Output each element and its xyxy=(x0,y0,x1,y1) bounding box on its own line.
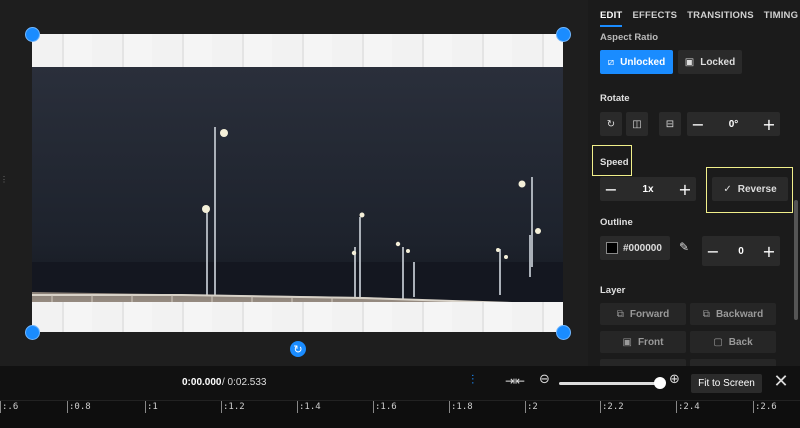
resize-handle-top-right[interactable] xyxy=(556,27,571,42)
panel-tabs: EDIT EFFECTS TRANSITIONS TIMING xyxy=(588,0,800,32)
panel-scrollbar[interactable] xyxy=(794,200,798,320)
flip-vertical-button[interactable]: ⊟ xyxy=(659,112,681,136)
unlocked-aspect-icon: ⧄ xyxy=(607,56,615,68)
zoom-slider-thumb[interactable] xyxy=(654,377,666,389)
speed-increment-button[interactable]: + xyxy=(674,178,696,200)
tab-transitions[interactable]: TRANSITIONS xyxy=(687,6,754,27)
reverse-label: Reverse xyxy=(737,183,777,195)
snap-icon[interactable]: ⇥⇤ xyxy=(505,374,525,388)
letterbox-top xyxy=(32,34,563,67)
resize-handle-bottom-right[interactable] xyxy=(556,325,571,340)
letterbox-bottom xyxy=(32,302,563,332)
backward-icon: ⧉ xyxy=(702,308,710,320)
backward-label: Backward xyxy=(715,308,764,320)
unlocked-button[interactable]: ⧄ Unlocked xyxy=(600,50,673,74)
locked-label: Locked xyxy=(700,56,736,68)
speed-label: Speed xyxy=(600,157,629,168)
resize-handle-top-left[interactable] xyxy=(25,27,40,42)
rotate-label: Rotate xyxy=(600,93,630,104)
tab-effects[interactable]: EFFECTS xyxy=(632,6,677,27)
current-time: 0:00.000 xyxy=(182,377,222,388)
zoom-out-icon[interactable]: ⊖ xyxy=(539,372,550,387)
back-label: Back xyxy=(728,336,753,348)
eyedropper-icon[interactable]: ✎ xyxy=(679,240,689,254)
zoom-slider-track[interactable] xyxy=(559,382,661,385)
canvas-area: ⋮ ↻ xyxy=(0,0,588,366)
speed-stepper: − 1x + xyxy=(600,177,696,201)
timeline-ruler[interactable]: :.6 :0.8 :1 :1.2 :1.4 :1.6 :1.8 :2 :2.2 … xyxy=(0,400,800,428)
speed-value[interactable]: 1x xyxy=(642,184,653,195)
video-editor: ⋮ ↻ EDIT EFFECTS TRANSITIONS TIMING Aspe… xyxy=(0,0,800,428)
video-preview[interactable] xyxy=(32,34,563,332)
outline-label: Outline xyxy=(600,217,633,228)
forward-button[interactable]: ⧉ Forward xyxy=(600,303,686,325)
outline-color-picker[interactable]: #000000 xyxy=(600,236,670,260)
outline-increment-button[interactable]: + xyxy=(758,240,780,262)
aspect-ratio-label: Aspect Ratio xyxy=(600,32,659,43)
reverse-toggle[interactable]: ✓ Reverse xyxy=(712,177,788,201)
backward-button[interactable]: ⧉ Backward xyxy=(690,303,776,325)
flip-horizontal-icon: ◫ xyxy=(632,118,642,130)
rotate-handle-icon[interactable]: ↻ xyxy=(290,341,306,357)
tab-timing[interactable]: TIMING xyxy=(764,6,798,27)
front-button[interactable]: ▣ Front xyxy=(600,331,686,353)
outline-color-value: #000000 xyxy=(623,242,662,254)
rotate-stepper: − 0° + xyxy=(687,112,780,136)
speed-decrement-button[interactable]: − xyxy=(600,178,622,200)
outline-width-stepper: − 0 + xyxy=(702,236,780,266)
checkmark-icon: ✓ xyxy=(723,183,732,195)
rotate-icon: ↻ xyxy=(606,118,616,130)
side-resize-grip[interactable]: ⋮ xyxy=(0,176,8,186)
locked-button[interactable]: ▣ Locked xyxy=(678,50,742,74)
rotate-cw-button[interactable]: ↻ xyxy=(600,112,622,136)
outline-decrement-button[interactable]: − xyxy=(702,240,724,262)
zoom-in-icon[interactable]: ⊕ xyxy=(669,372,680,387)
locked-aspect-icon: ▣ xyxy=(684,56,695,68)
layer-label: Layer xyxy=(600,285,626,296)
back-button[interactable]: ▢ Back xyxy=(690,331,776,353)
close-icon[interactable]: ✕ xyxy=(772,373,790,391)
rotate-decrement-button[interactable]: − xyxy=(687,113,709,135)
forward-icon: ⧉ xyxy=(616,308,624,320)
layer-extra-button[interactable] xyxy=(600,359,686,366)
video-frame-image xyxy=(32,67,563,302)
flip-horizontal-button[interactable]: ◫ xyxy=(626,112,648,136)
rotate-value[interactable]: 0° xyxy=(729,119,739,130)
split-icon[interactable]: ⫶ xyxy=(471,373,474,388)
unlocked-label: Unlocked xyxy=(620,56,666,68)
fit-to-screen-button[interactable]: Fit to Screen xyxy=(691,374,762,393)
resize-handle-bottom-left[interactable] xyxy=(25,325,40,340)
color-swatch xyxy=(606,242,618,254)
total-duration: / 0:02.533 xyxy=(222,377,267,388)
forward-label: Forward xyxy=(629,308,670,320)
timeline-toolbar: 0:00.000 / 0:02.533 ⫶ ⇥⇤ ⊖ ⊕ Fit to Scre… xyxy=(0,366,800,400)
rotate-increment-button[interactable]: + xyxy=(758,113,780,135)
flip-vertical-icon: ⊟ xyxy=(665,118,675,130)
tab-edit[interactable]: EDIT xyxy=(600,6,623,27)
properties-panel: EDIT EFFECTS TRANSITIONS TIMING Aspect R… xyxy=(588,0,800,366)
front-label: Front xyxy=(637,336,664,348)
outline-width-value[interactable]: 0 xyxy=(738,246,744,257)
front-icon: ▣ xyxy=(622,336,632,348)
back-icon: ▢ xyxy=(713,336,723,348)
layer-extra-button-2[interactable] xyxy=(690,359,776,366)
